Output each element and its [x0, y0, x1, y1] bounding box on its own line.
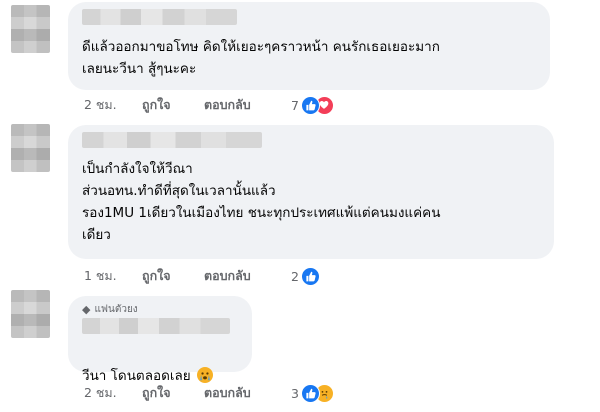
crying-face-emoji — [196, 367, 213, 383]
comment-actions: 1 ชม. ถูกใจ ตอบกลับ — [84, 267, 251, 285]
reaction-count: 3 — [291, 385, 299, 401]
reaction-summary[interactable]: 2 — [291, 266, 320, 286]
like-button[interactable]: ถูกใจ — [142, 95, 204, 115]
top-fan-badge: ◆ แฟนตัวยง — [82, 302, 138, 316]
timestamp[interactable]: 2 ชม. — [84, 95, 142, 115]
avatar[interactable] — [11, 5, 50, 53]
like-icon — [300, 95, 320, 115]
reaction-count: 7 — [291, 97, 299, 113]
like-icon — [300, 383, 320, 403]
comment-bubble: ดีแล้วออกมาขอโทษ คิดให้เยอะๆคราวหน้า คนร… — [68, 2, 550, 90]
comment-text: ดีแล้วออกมาขอโทษ คิดให้เยอะๆคราวหน้า คนร… — [82, 39, 440, 77]
avatar[interactable] — [11, 290, 50, 338]
reply-button[interactable]: ตอบกลับ — [204, 383, 251, 403]
reaction-count: 2 — [291, 268, 299, 284]
commenter-name-blurred[interactable] — [82, 132, 262, 148]
comment-bubble: เป็นกำลังใจให้วีณา ส่วนอทน.ทำดีที่สุดในเ… — [68, 125, 554, 259]
like-button[interactable]: ถูกใจ — [142, 266, 204, 286]
reaction-summary[interactable]: 3 — [291, 383, 334, 403]
reply-button[interactable]: ตอบกลับ — [204, 266, 251, 286]
commenter-name-blurred[interactable] — [82, 9, 237, 25]
like-button[interactable]: ถูกใจ — [142, 383, 204, 403]
avatar[interactable] — [11, 124, 50, 172]
comment-text: เป็นกำลังใจให้วีณา ส่วนอทน.ทำดีที่สุดในเ… — [82, 161, 441, 243]
reaction-summary[interactable]: 7 — [291, 95, 334, 115]
comment-text: วีนา โดนตลอดเลย — [82, 343, 213, 387]
comment-actions: 2 ชม. ถูกใจ ตอบกลับ — [84, 96, 251, 114]
comment-actions: 2 ชม. ถูกใจ ตอบกลับ — [84, 384, 251, 402]
diamond-icon: ◆ — [82, 302, 91, 316]
comment-text-content: วีนา โดนตลอดเลย — [82, 368, 191, 384]
timestamp[interactable]: 2 ชม. — [84, 383, 142, 403]
commenter-name-blurred[interactable] — [82, 318, 230, 334]
top-fan-label: แฟนตัวยง — [94, 303, 138, 315]
comment-bubble: ◆ แฟนตัวยง วีนา โดนตลอดเลย — [68, 296, 252, 384]
like-icon — [300, 266, 320, 286]
reply-button[interactable]: ตอบกลับ — [204, 95, 251, 115]
timestamp[interactable]: 1 ชม. — [84, 266, 142, 286]
